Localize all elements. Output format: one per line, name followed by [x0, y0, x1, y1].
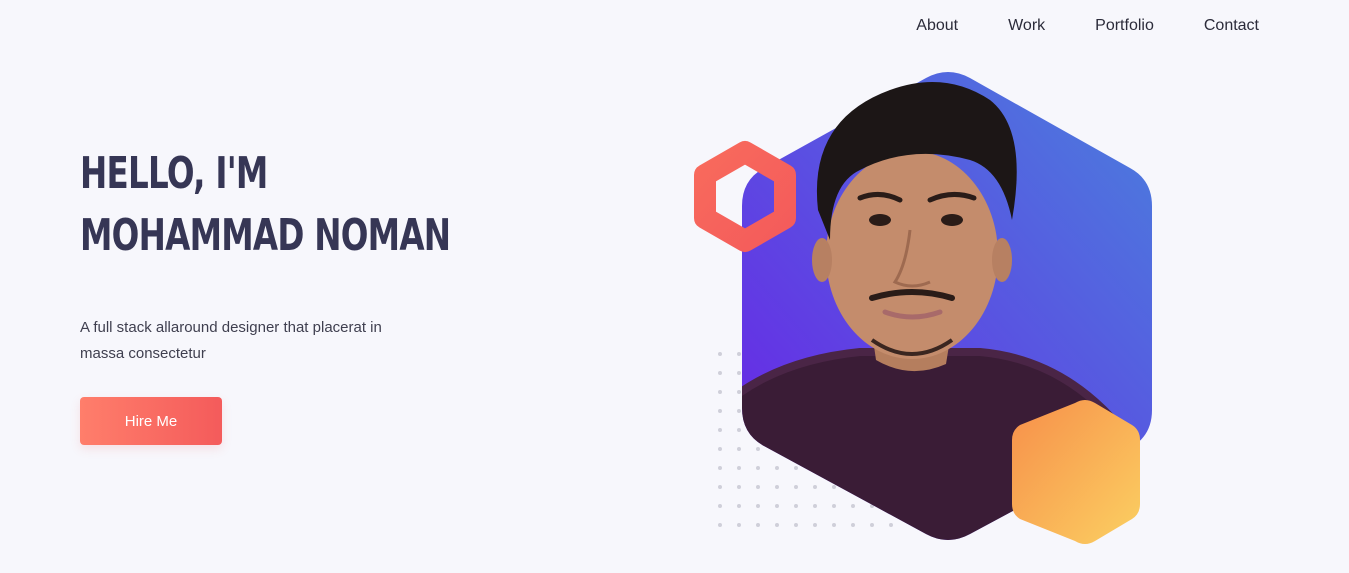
hero-title-line-1: HELLO, I'M	[80, 148, 268, 199]
hero-subtitle: A full stack allaround designer that pla…	[80, 319, 382, 362]
landing-page: About Work Portfolio Contact HELLO, I'M …	[0, 0, 1349, 573]
hero-illustration	[690, 60, 1170, 560]
nav-link-about[interactable]: About	[891, 16, 983, 36]
hero-graphic	[694, 72, 1152, 544]
nav-link-contact[interactable]: Contact	[1179, 16, 1259, 36]
nav-link-work[interactable]: Work	[983, 16, 1070, 36]
nav-link-portfolio[interactable]: Portfolio	[1070, 16, 1179, 36]
orange-hexagon-shape	[1012, 400, 1140, 544]
hero-title: HELLO, I'M MOHAMMAD NOMAN	[80, 143, 451, 267]
top-nav: About Work Portfolio Contact	[891, 16, 1259, 36]
hire-me-button[interactable]: Hire Me	[80, 397, 222, 445]
hero-title-line-2: MOHAMMAD NOMAN	[80, 210, 451, 261]
